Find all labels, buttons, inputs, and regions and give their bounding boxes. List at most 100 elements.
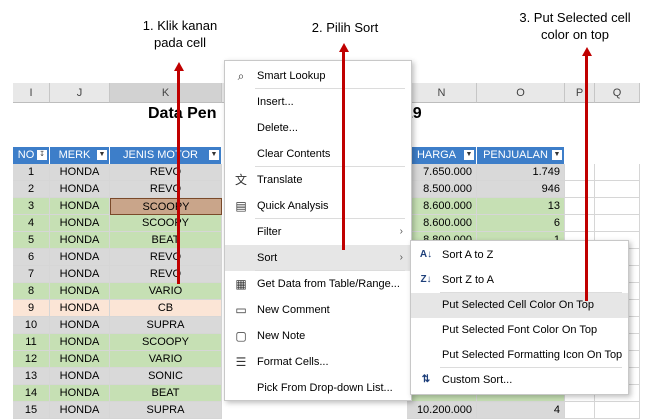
cell-merk[interactable]: HONDA (50, 249, 110, 266)
cell-no[interactable]: 12 (13, 351, 50, 368)
cell-penjualan[interactable]: 4 (477, 402, 565, 419)
cell-harga[interactable]: 8.600.000 (407, 215, 477, 232)
cell-penjualan[interactable]: 13 (477, 198, 565, 215)
cell-harga[interactable]: 8.600.000 (407, 198, 477, 215)
cell-no[interactable]: 1 (13, 164, 50, 181)
cell-no[interactable]: 15 (13, 402, 50, 419)
cell-penjualan[interactable]: 1.749 (477, 164, 565, 181)
cell-merk[interactable]: HONDA (50, 351, 110, 368)
cell-no[interactable]: 6 (13, 249, 50, 266)
cell-jenis[interactable]: REVO (110, 249, 222, 266)
cell-jenis[interactable]: SCOOPY (110, 198, 222, 215)
table-header-no[interactable]: NO ↧ (13, 147, 50, 164)
cell-empty[interactable] (565, 198, 595, 215)
cell-merk[interactable]: HONDA (50, 334, 110, 351)
cell-no[interactable]: 9 (13, 300, 50, 317)
submenu-item-sort-z-to-a[interactable]: Z↓ Sort Z to A (411, 268, 628, 293)
cell-jenis[interactable]: SUPRA (110, 402, 222, 419)
table-header-harga[interactable]: HARGA ▼ (407, 147, 477, 164)
column-header-k[interactable]: K (110, 83, 222, 103)
cell-merk[interactable]: HONDA (50, 402, 110, 419)
cell-no[interactable]: 8 (13, 283, 50, 300)
cell-merk[interactable]: HONDA (50, 368, 110, 385)
cell-jenis[interactable]: BEAT (110, 385, 222, 402)
cell-harga[interactable]: 8.500.000 (407, 181, 477, 198)
cell-no[interactable]: 14 (13, 385, 50, 402)
menu-item-sort[interactable]: Sort › (225, 245, 411, 271)
cell-no[interactable]: 11 (13, 334, 50, 351)
cell-no[interactable]: 3 (13, 198, 50, 215)
menu-item-pick-from-drop-down-list[interactable]: Pick From Drop-down List... (225, 375, 411, 401)
cell-jenis[interactable]: VARIO (110, 351, 222, 368)
menu-item-clear-contents[interactable]: Clear Contents (225, 141, 411, 167)
menu-item-get-data-from-table-range[interactable]: ▦ Get Data from Table/Range... (225, 271, 411, 297)
filter-dropdown-icon[interactable]: ▼ (97, 150, 107, 160)
cell-empty[interactable] (565, 215, 595, 232)
menu-item-filter[interactable]: Filter › (225, 219, 411, 245)
cell-jenis[interactable]: SCOOPY (110, 215, 222, 232)
cell-no[interactable]: 7 (13, 266, 50, 283)
filter-dropdown-icon[interactable]: ▼ (552, 150, 562, 160)
filter-dropdown-icon[interactable]: ▼ (209, 150, 219, 160)
menu-item-smart-lookup[interactable]: ⌕ Smart Lookup (225, 63, 411, 89)
cell-jenis[interactable]: SCOOPY (110, 334, 222, 351)
menu-item-new-note[interactable]: ▢ New Note (225, 323, 411, 349)
menu-item-format-cells[interactable]: ☰ Format Cells... (225, 349, 411, 375)
cell-penjualan[interactable]: 946 (477, 181, 565, 198)
cell-no[interactable]: 13 (13, 368, 50, 385)
cell-merk[interactable]: HONDA (50, 181, 110, 198)
column-header-i[interactable]: I (13, 83, 50, 103)
cell-jenis[interactable]: REVO (110, 164, 222, 181)
cell-harga[interactable]: 10.200.000 (407, 402, 477, 419)
menu-item-translate[interactable]: 文 Translate (225, 167, 411, 193)
column-header-o[interactable]: O (477, 83, 565, 103)
column-header-p[interactable]: P (565, 83, 595, 103)
cell-empty[interactable] (595, 198, 640, 215)
cell-merk[interactable]: HONDA (50, 215, 110, 232)
submenu-item-put-selected-font-color-on-top[interactable]: Put Selected Font Color On Top (411, 318, 628, 343)
submenu-item-put-selected-cell-color-on-top[interactable]: Put Selected Cell Color On Top (411, 293, 628, 318)
cell-jenis[interactable]: REVO (110, 181, 222, 198)
cell-empty[interactable] (565, 402, 595, 419)
cell-no[interactable]: 5 (13, 232, 50, 249)
cell-no[interactable]: 10 (13, 317, 50, 334)
cell-empty[interactable] (565, 181, 595, 198)
submenu-item-custom-sort[interactable]: ⇅ Custom Sort... (411, 368, 628, 393)
cell-jenis[interactable]: REVO (110, 266, 222, 283)
menu-item-insert[interactable]: Insert... (225, 89, 411, 115)
submenu-item-put-selected-formatting-icon-on-top[interactable]: Put Selected Formatting Icon On Top (411, 343, 628, 368)
cell-merk[interactable]: HONDA (50, 232, 110, 249)
table-header-penjualan[interactable]: PENJUALAN ▼ (477, 147, 565, 164)
cell-merk[interactable]: HONDA (50, 300, 110, 317)
cell-jenis[interactable]: SONIC (110, 368, 222, 385)
cell-jenis[interactable]: BEAT (110, 232, 222, 249)
column-header-q[interactable]: Q (595, 83, 640, 103)
menu-item-delete[interactable]: Delete... (225, 115, 411, 141)
cell-penjualan[interactable]: 6 (477, 215, 565, 232)
cell-jenis[interactable]: SUPRA (110, 317, 222, 334)
cell-merk[interactable]: HONDA (50, 198, 110, 215)
table-header-jenis-motor[interactable]: JENIS MOTOR ▼ (110, 147, 222, 164)
cell-merk[interactable]: HONDA (50, 283, 110, 300)
cell-no[interactable]: 4 (13, 215, 50, 232)
column-header-j[interactable]: J (50, 83, 110, 103)
menu-item-quick-analysis[interactable]: ▤ Quick Analysis (225, 193, 411, 219)
cell-merk[interactable]: HONDA (50, 164, 110, 181)
cell-merk[interactable]: HONDA (50, 266, 110, 283)
cell-harga[interactable]: 7.650.000 (407, 164, 477, 181)
cell-jenis[interactable]: VARIO (110, 283, 222, 300)
cell-empty[interactable] (595, 402, 640, 419)
cell-merk[interactable]: HONDA (50, 385, 110, 402)
cell-empty[interactable] (595, 164, 640, 181)
sort-filter-dropdown-icon[interactable]: ↧ (37, 150, 47, 160)
cell-merk[interactable]: HONDA (50, 317, 110, 334)
table-header-merk[interactable]: MERK ▼ (50, 147, 110, 164)
cell-jenis[interactable]: CB (110, 300, 222, 317)
menu-item-new-comment[interactable]: ▭ New Comment (225, 297, 411, 323)
cell-no[interactable]: 2 (13, 181, 50, 198)
column-header-n[interactable]: N (407, 83, 477, 103)
submenu-item-sort-a-to-z[interactable]: A↓ Sort A to Z (411, 243, 628, 268)
cell-empty[interactable] (595, 215, 640, 232)
filter-dropdown-icon[interactable]: ▼ (464, 150, 474, 160)
cell-empty[interactable] (565, 164, 595, 181)
